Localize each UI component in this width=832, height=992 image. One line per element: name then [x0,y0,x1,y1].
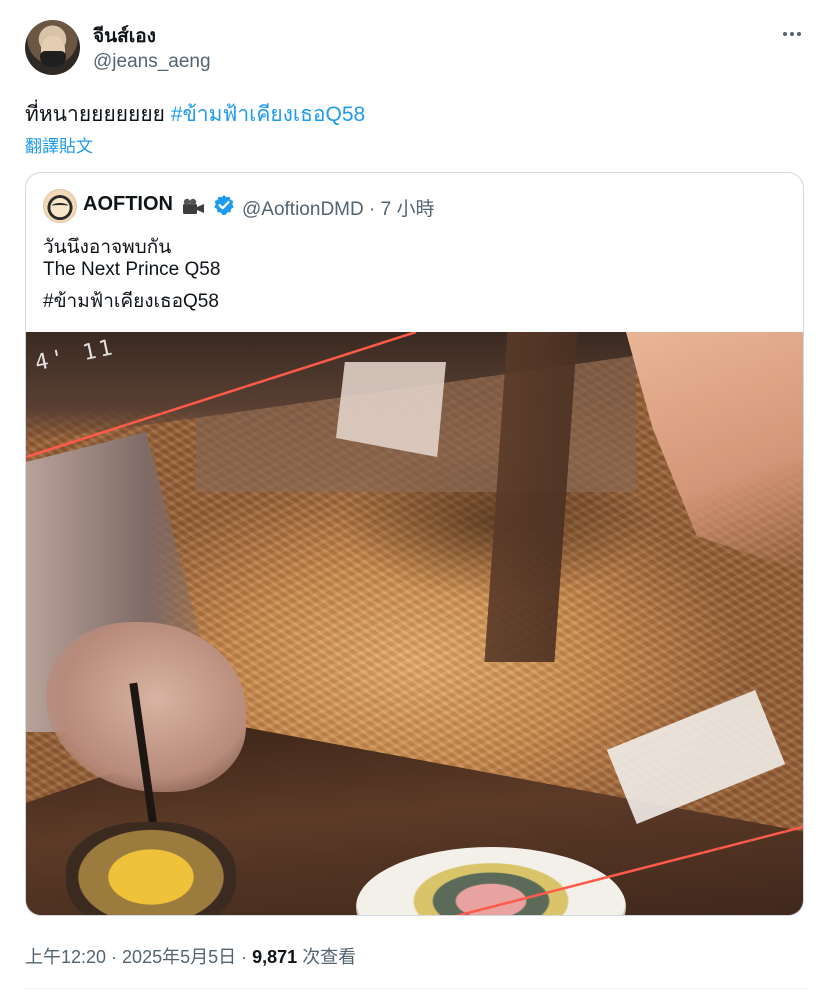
tweet-hashtag-link[interactable]: #ข้ามฟ้าเคียงเธอQ58 [171,103,365,126]
meta-separator: · [106,947,123,967]
translate-post-link[interactable]: 翻譯貼文 [25,132,93,157]
tweet-text-body: ที่หนายยยยยยย [25,103,165,126]
photo-red-lines [26,332,803,915]
quoted-text-line: วันนึงอาจพบกัน [43,237,172,258]
quoted-text-line: The Next Prince Q58 [43,259,221,280]
views-count: 9,871 [252,947,298,967]
author-display-name[interactable]: จีนส์เอง [93,21,156,51]
quoted-author-handle[interactable]: @AoftionDMD [242,199,364,220]
post-time[interactable]: 上午12:20 [25,947,106,967]
quoted-time[interactable]: 7 小時 [381,199,435,220]
quoted-author-avatar[interactable] [43,189,77,223]
author-avatar[interactable] [25,20,80,75]
tweet-detail: จีนส์เอง @jeans_aeng ที่หนายยยยยยย #ข้าม… [0,0,832,992]
more-options-icon[interactable] [775,22,809,46]
tweet-text: ที่หนายยยยยยย #ข้ามฟ้าเคียงเธอQ58 [25,98,365,131]
video-camera-icon [183,198,204,214]
more-dot [797,32,801,36]
quoted-text-line: #ข้ามฟ้าเคียงเธอQ58 [43,291,219,312]
meta-separator: · [363,199,381,220]
more-dot [790,32,794,36]
meta-separator: · [236,947,253,967]
post-date[interactable]: 2025年5月5日 [122,947,236,967]
quoted-meta: @AoftionDMD · 7 小時 [242,194,434,221]
quoted-author-display-name[interactable]: AOFTION [83,193,173,216]
views-label: 次查看 [302,947,357,967]
quoted-photo[interactable]: 4' 11 [26,332,803,915]
verified-badge-icon [214,195,234,215]
author-handle[interactable]: @jeans_aeng [93,51,211,73]
quoted-tweet-card[interactable]: AOFTION @AoftionDMD · 7 小時 วันนึงอาจพบกั… [25,172,804,916]
more-dot [783,32,787,36]
post-meta: 上午12:20 · 2025年5月5日 · 9,871 次查看 [25,943,356,969]
divider [25,988,807,989]
avatar-mask [40,51,66,67]
